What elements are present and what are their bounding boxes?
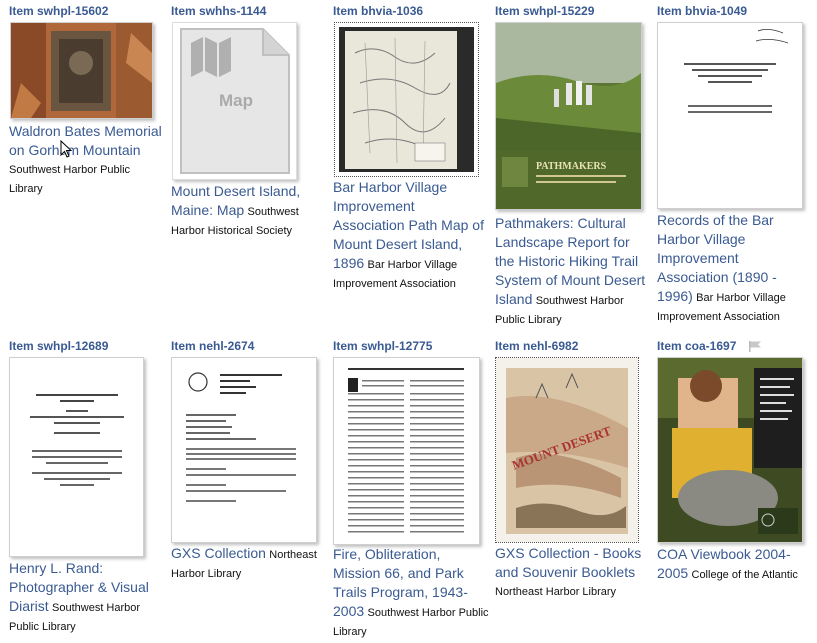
mouse-cursor-icon (60, 140, 72, 158)
map-icon (191, 37, 231, 77)
item-title-link[interactable]: Pathmakers: Cultural Landscape Report fo… (495, 215, 645, 307)
item-thumbnail[interactable] (333, 357, 480, 545)
item-thumbnail[interactable]: PATHMAKERS (495, 22, 642, 210)
item-thumbnail[interactable] (657, 357, 803, 543)
cover-title: PATHMAKERS (536, 161, 607, 172)
item-card: Item coa-1697 COA Viewbook 2004-2005 Col… (657, 339, 812, 581)
item-id[interactable]: Item swhpl-15602 (9, 4, 164, 20)
item-thumbnail[interactable] (334, 22, 479, 177)
item-title-link[interactable]: GXS Collection (171, 545, 266, 561)
item-id[interactable]: Item bhvia-1036 (333, 4, 488, 20)
item-owner: Southwest Harbor Public Library (9, 164, 131, 195)
item-id-text[interactable]: Item coa-1697 (657, 339, 736, 353)
item-id[interactable]: Item swhpl-12689 (9, 339, 164, 355)
item-thumbnail[interactable] (9, 357, 144, 557)
item-title-link[interactable]: Waldron Bates Memorial on Gorham Mountai… (9, 123, 162, 158)
item-card: Item swhpl-12775 Fire, Obliteration, Mis… (333, 339, 489, 638)
item-card: Item nehl-2674 GXS Collection Northeast … (171, 339, 326, 580)
item-card: Item nehl-6982 MOUNT DESERT GXS Collecti… (495, 339, 650, 598)
item-thumbnail[interactable] (10, 22, 153, 119)
item-id[interactable]: Item coa-1697 (657, 339, 812, 355)
item-id[interactable]: Item bhvia-1049 (657, 4, 812, 20)
item-card: Item bhvia-1049 Records of the Bar Harbo… (657, 4, 812, 323)
item-thumbnail[interactable]: Map (172, 22, 297, 180)
item-card: Item swhhs-1144 Map Mount Desert Island,… (171, 4, 326, 237)
item-card: Item swhpl-15602 Waldron Bates Memorial … (9, 4, 164, 195)
item-thumbnail[interactable] (171, 357, 317, 543)
item-id[interactable]: Item nehl-6982 (495, 339, 650, 355)
item-id[interactable]: Item swhpl-12775 (333, 339, 488, 355)
item-thumbnail[interactable]: MOUNT DESERT (495, 357, 639, 543)
item-owner: College of the Atlantic (691, 569, 798, 581)
flag-icon[interactable] (748, 341, 762, 353)
map-placeholder-label: Map (219, 91, 253, 110)
item-id[interactable]: Item swhpl-15229 (495, 4, 650, 20)
item-id[interactable]: Item swhhs-1144 (171, 4, 326, 20)
item-card: Item swhpl-12689 Henry L. Rand: Photogra… (9, 339, 164, 633)
item-title-link[interactable]: GXS Collection - Books and Souvenir Book… (495, 545, 641, 580)
item-id[interactable]: Item nehl-2674 (171, 339, 326, 355)
item-title-link[interactable]: Bar Harbor Village Improvement Associati… (333, 179, 484, 271)
item-card: Item bhvia-1036 Bar Harbor Village Impro… (333, 4, 488, 290)
item-thumbnail[interactable] (657, 22, 803, 209)
item-title-link[interactable]: Records of the Bar Harbor Village Improv… (657, 212, 777, 304)
item-owner: Northeast Harbor Library (495, 586, 617, 598)
item-card: Item swhpl-15229 PATHMAKERS Pathmakers: … (495, 4, 650, 326)
